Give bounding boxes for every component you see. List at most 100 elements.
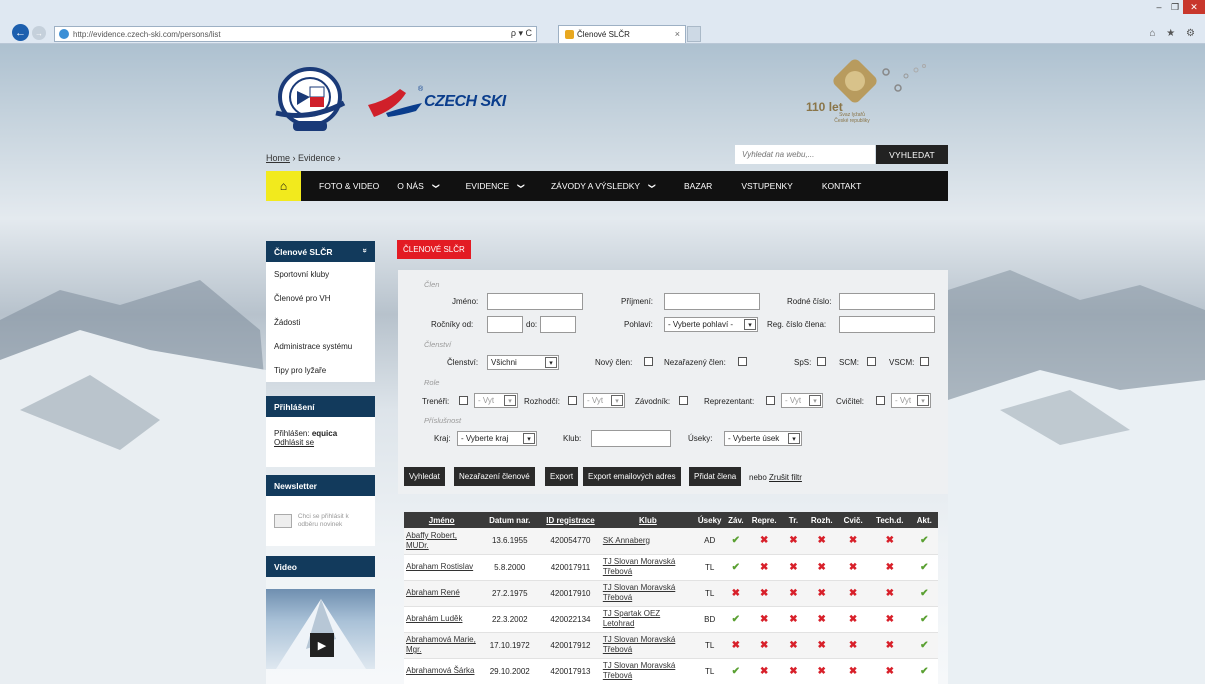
nav-item-foto-video[interactable]: FOTO & VIDEO bbox=[301, 181, 388, 191]
address-bar[interactable]: http://evidence.czech-ski.com/persons/li… bbox=[54, 26, 537, 42]
prijmeni-input[interactable] bbox=[664, 293, 760, 310]
new-tab-button[interactable] bbox=[687, 26, 701, 42]
club-cell[interactable]: TJ Slovan Moravská Třebová bbox=[600, 554, 696, 581]
site-search-button[interactable]: VYHLEDAT bbox=[876, 145, 948, 164]
club-cell[interactable]: TJ Spartak OEZ Letohrad bbox=[600, 606, 696, 633]
nezarazeni-clenove-button[interactable]: Nezařazení členové bbox=[454, 467, 535, 486]
sidebar-item-clenove-pro-vh[interactable]: Členové pro VH bbox=[266, 286, 375, 310]
flag-cell: ✔ bbox=[724, 554, 748, 581]
svaz-lyzaru-emblem[interactable] bbox=[271, 63, 349, 135]
name-cell[interactable]: Abrahamová Šárka bbox=[404, 658, 480, 684]
vscm-checkbox[interactable] bbox=[920, 357, 929, 366]
newsletter-box[interactable]: Chci se přihlásit k odběru novinek bbox=[266, 496, 375, 546]
czech-ski-logo[interactable]: ® CZECH SKI bbox=[366, 83, 506, 123]
cvicitel-checkbox[interactable] bbox=[876, 396, 885, 405]
filter-panel: Člen Jméno: Příjmení: Rodné číslo: Roční… bbox=[398, 270, 948, 494]
cross-icon: ✖ bbox=[885, 665, 894, 677]
club-cell[interactable]: TJ Slovan Moravská Třebová bbox=[600, 658, 696, 684]
nav-home-button[interactable]: ⌂ bbox=[266, 171, 301, 201]
tab-close-icon[interactable]: × bbox=[675, 29, 680, 39]
pridat-clena-button[interactable]: Přidat člena bbox=[689, 467, 742, 486]
header-id[interactable]: ID registrace bbox=[540, 512, 601, 528]
reg-cislo-input[interactable] bbox=[839, 316, 935, 333]
url-text[interactable]: http://evidence.czech-ski.com/persons/li… bbox=[73, 30, 221, 39]
reprezentant-select[interactable]: - Vyt ▾ bbox=[781, 393, 823, 408]
close-icon[interactable]: ✕ bbox=[1183, 0, 1205, 14]
sidebar-item-zadosti[interactable]: Žádosti bbox=[266, 310, 375, 334]
nav-item-evidence[interactable]: EVIDENCE ❯ bbox=[448, 181, 533, 191]
jmeno-input[interactable] bbox=[487, 293, 583, 310]
vyhledat-button[interactable]: Vyhledat bbox=[404, 467, 445, 486]
name-cell[interactable]: Abrahamová Marie, Mgr. bbox=[404, 632, 480, 659]
rocniky-do-input[interactable] bbox=[540, 316, 576, 333]
cross-icon: ✖ bbox=[817, 561, 826, 573]
search-refresh-icons[interactable]: ρ ▾ C bbox=[511, 28, 532, 39]
scm-checkbox[interactable] bbox=[867, 357, 876, 366]
klub-input[interactable] bbox=[591, 430, 671, 447]
maximize-icon[interactable]: ❐ bbox=[1167, 0, 1183, 14]
cross-icon: ✖ bbox=[759, 665, 769, 677]
export-email-button[interactable]: Export emailových adres bbox=[583, 467, 681, 486]
site-search-input[interactable] bbox=[735, 145, 875, 164]
kraj-select[interactable]: - Vyberte kraj ▾ bbox=[457, 431, 537, 446]
nav-item-vstupenky[interactable]: VSTUPENKY bbox=[721, 181, 802, 191]
cvicitel-select[interactable]: - Vyt ▾ bbox=[891, 393, 931, 408]
club-cell[interactable]: TJ Slovan Moravská Třebová bbox=[600, 580, 696, 607]
flag-cell: ✔ bbox=[724, 606, 748, 633]
name-cell[interactable]: Abraham René bbox=[404, 580, 480, 607]
back-button[interactable]: ← bbox=[12, 24, 29, 41]
novy-clen-checkbox[interactable] bbox=[644, 357, 653, 366]
header-klub[interactable]: Klub bbox=[600, 512, 696, 528]
nezarazeny-checkbox[interactable] bbox=[738, 357, 747, 366]
zrusit-filtr-link[interactable]: Zrušit filtr bbox=[769, 473, 802, 482]
logout-link[interactable]: Odhlásit se bbox=[274, 438, 314, 447]
treneri-checkbox[interactable] bbox=[459, 396, 468, 405]
sps-checkbox[interactable] bbox=[817, 357, 826, 366]
rocniky-od-input[interactable] bbox=[487, 316, 523, 333]
id-cell: 420054770 bbox=[540, 528, 601, 555]
flag-cell: ✖ bbox=[780, 658, 807, 684]
rozhodci-select[interactable]: - Vyt ▾ bbox=[583, 393, 625, 408]
flag-cell: ✖ bbox=[868, 580, 911, 607]
browser-tab[interactable]: Členové SLČR × bbox=[558, 25, 686, 43]
cross-icon: ✖ bbox=[817, 535, 826, 547]
cross-icon: ✖ bbox=[885, 587, 894, 599]
useky-select[interactable]: - Vyberte úsek ▾ bbox=[724, 431, 802, 446]
export-button[interactable]: Export bbox=[545, 467, 579, 486]
minimize-icon[interactable]: ‒ bbox=[1151, 0, 1167, 14]
club-cell[interactable]: TJ Slovan Moravská Třebová bbox=[600, 632, 696, 659]
nav-item-o-nas[interactable]: O NÁS ❯ bbox=[388, 181, 447, 191]
sidebar-item-administrace[interactable]: Administrace systému bbox=[266, 334, 375, 358]
useky-cell: TL bbox=[695, 658, 725, 684]
sidebar-item-sportovni-kluby[interactable]: Sportovní kluby bbox=[266, 262, 375, 286]
nav-item-bazar[interactable]: BAZAR bbox=[664, 181, 721, 191]
rodne-cislo-input[interactable] bbox=[839, 293, 935, 310]
flag-cell: ✖ bbox=[868, 554, 911, 581]
sidebar-head-label: Video bbox=[274, 561, 297, 572]
video-thumbnail[interactable]: ▶ bbox=[266, 589, 375, 669]
treneri-select[interactable]: - Vyt ▾ bbox=[474, 393, 518, 408]
sidebar-head-clenove[interactable]: Členové SLČR » bbox=[266, 241, 375, 262]
clenstvi-select[interactable]: Všichni ▾ bbox=[487, 355, 559, 370]
header-jmeno[interactable]: Jméno bbox=[404, 512, 480, 528]
name-cell[interactable]: Abaffy Robert, MUDr. bbox=[404, 528, 480, 555]
pohlavi-select[interactable]: - Vyberte pohlaví - ▾ bbox=[664, 317, 758, 332]
rozhodci-checkbox[interactable] bbox=[568, 396, 577, 405]
forward-button[interactable]: → bbox=[32, 26, 46, 40]
name-cell[interactable]: Abraham Rostislav bbox=[404, 554, 480, 581]
check-icon: ✔ bbox=[920, 613, 929, 625]
play-icon[interactable]: ▶ bbox=[310, 633, 334, 657]
home-star-gear-icons[interactable]: ⌂ ★ ⚙ bbox=[1149, 28, 1199, 39]
zavodnik-checkbox[interactable] bbox=[679, 396, 688, 405]
breadcrumb-evidence[interactable]: Evidence bbox=[298, 153, 335, 163]
name-cell[interactable]: Abrahám Luděk bbox=[404, 606, 480, 633]
sidebar-item-tipy[interactable]: Tipy pro lyžaře bbox=[266, 358, 375, 382]
flag-cell: ✖ bbox=[837, 606, 869, 633]
breadcrumb-home-link[interactable]: Home bbox=[266, 153, 290, 163]
flag-cell: ✖ bbox=[868, 528, 911, 555]
nav-item-kontakt[interactable]: KONTAKT bbox=[802, 181, 871, 191]
reprezentant-checkbox[interactable] bbox=[766, 396, 775, 405]
flag-cell: ✖ bbox=[868, 606, 911, 633]
club-cell[interactable]: SK Annaberg bbox=[600, 528, 696, 555]
nav-item-zavody[interactable]: ZÁVODY A VÝSLEDKY ❯ bbox=[533, 181, 664, 191]
